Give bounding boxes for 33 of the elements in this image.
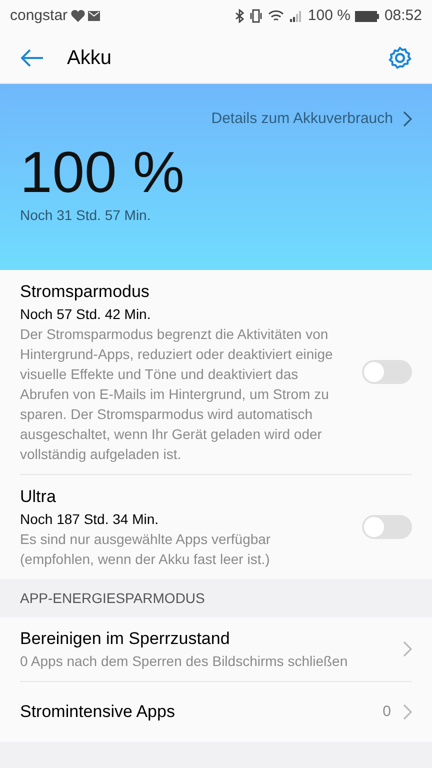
battery-percentage: 100 %: [20, 140, 186, 204]
back-arrow-icon[interactable]: [20, 48, 44, 68]
row-subtitle: 0 Apps nach dem Sperren des Bildschirms schließen: [20, 652, 349, 671]
mode-title: Stromsparmodus: [20, 281, 150, 303]
battery-icon: [355, 10, 380, 22]
vibrate-icon: [248, 9, 263, 23]
mode-description: Der Stromsparmodus begrenzt die Aktivitäten von Hintergrund-Apps, reduziert oder deaktiviert einige visuelle Effekte und Töne und deaktiviert das Abrufen von E-Mails im Hintergrund, um Strom zu sparen. Der Stromsparmodus wird automatisch ausgeschaltet, wenn Ihr Gerät geladen wird oder vollständig aufgeladen ist.: [20, 325, 334, 464]
mail-icon: [88, 11, 100, 21]
signal-icon: [288, 10, 303, 22]
settings-row[interactable]: Stromintensive Apps 0: [20, 682, 412, 742]
carrier-name: congstar: [10, 6, 68, 26]
toggle-switch[interactable]: [362, 515, 412, 539]
toggle-switch[interactable]: [362, 360, 412, 384]
settings-icon[interactable]: [388, 46, 412, 70]
chevron-right-icon: [403, 704, 412, 720]
remaining-time: Noch 31 Std. 57 Min.: [20, 206, 152, 224]
page-title: Akku: [67, 46, 112, 70]
mode-remaining: Noch 57 Std. 42 Min.: [20, 305, 152, 324]
mode-remaining: Noch 187 Std. 34 Min.: [20, 510, 160, 529]
settings-row[interactable]: Bereinigen im Sperrzustand 0 Apps nach dem Sperren des Bildschirms schließen: [20, 617, 412, 682]
battery-percent: 100 %: [308, 6, 350, 26]
wifi-icon: [268, 10, 284, 22]
mode-description: Es sind nur ausgewählte Apps verfügbar (empfohlen, wenn der Akku fast leer ist.): [20, 530, 272, 569]
row-title: Bereinigen im Sperrzustand: [20, 628, 231, 650]
row-title: Stromintensive Apps: [20, 701, 176, 723]
clock: 08:52: [384, 6, 422, 26]
row-value: 0: [382, 702, 391, 722]
chevron-right-icon: [403, 111, 412, 128]
bluetooth-icon: [234, 9, 244, 23]
mode-title: Ultra: [20, 486, 57, 508]
section-header: APP-ENERGIESPARMODUS: [20, 588, 205, 608]
heart-icon: [70, 10, 85, 22]
chevron-right-icon: [403, 641, 412, 657]
